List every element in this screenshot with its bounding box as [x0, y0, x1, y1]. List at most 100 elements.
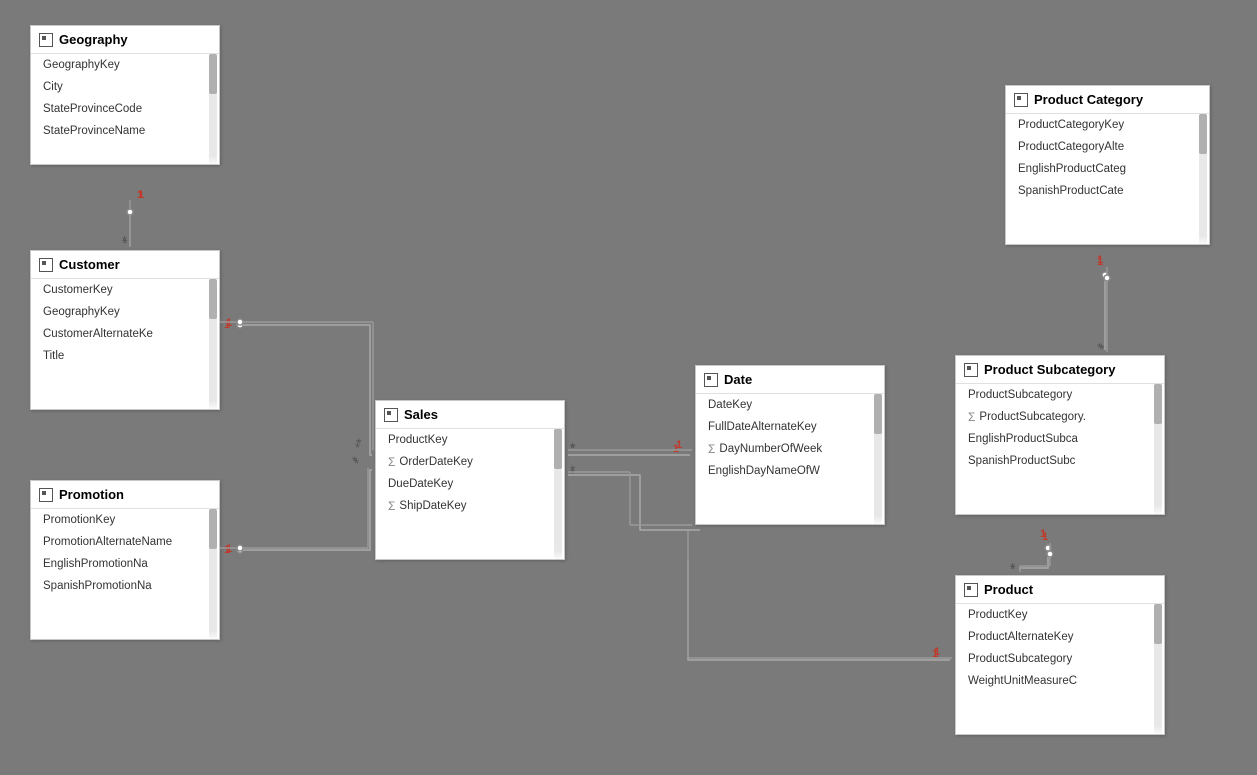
table-geography: Geography GeographyKey City StateProvinc…	[30, 25, 220, 165]
product-category-header: Product Category	[1006, 86, 1209, 114]
table-icon-customer	[39, 258, 53, 272]
list-item: FullDateAlternateKey	[696, 416, 884, 438]
sigma-icon: Σ	[708, 440, 715, 458]
svg-text:1: 1	[934, 646, 940, 658]
promotion-body: PromotionKey PromotionAlternateName Engl…	[31, 509, 219, 639]
geography-title: Geography	[59, 32, 128, 47]
list-item: ProductCategoryAlte	[1006, 136, 1209, 158]
dot-cust-sales	[237, 319, 243, 325]
date-title: Date	[724, 372, 752, 387]
product-subcategory-title: Product Subcategory	[984, 362, 1115, 377]
svg-text:*: *	[1010, 560, 1015, 575]
line-cust-sales	[243, 325, 372, 455]
endpoint-prom-sales	[237, 547, 243, 553]
diagram-canvas: 1 * 1 * 1 * * 1 * 1 * 1 * 1	[0, 0, 1257, 775]
list-item: StateProvinceCode	[31, 98, 219, 120]
line-psub-prod	[1020, 551, 1048, 570]
list-item: DateKey	[696, 394, 884, 416]
list-item: EnglishProductCateg	[1006, 158, 1209, 180]
sigma-icon: Σ	[388, 497, 395, 515]
list-item: PromotionKey	[31, 509, 219, 531]
svg-text:1: 1	[224, 319, 230, 331]
svg-text:*: *	[352, 453, 358, 469]
list-item: EnglishProductSubca	[956, 428, 1164, 450]
customer-title: Customer	[59, 257, 120, 272]
sigma-icon: Σ	[388, 453, 395, 471]
line-sales-date2	[568, 475, 700, 530]
product-title: Product	[984, 582, 1033, 597]
product-subcategory-header: Product Subcategory	[956, 356, 1164, 384]
svg-text:1: 1	[226, 543, 232, 555]
table-icon-promotion	[39, 488, 53, 502]
sales-header: Sales	[376, 401, 564, 429]
table-product-subcategory: Product Subcategory ProductSubcategory Σ…	[955, 355, 1165, 515]
table-icon-date	[704, 373, 718, 387]
promotion-title: Promotion	[59, 487, 124, 502]
sales-title: Sales	[404, 407, 438, 422]
svg-text:*: *	[570, 462, 576, 478]
svg-text:1: 1	[1042, 531, 1048, 543]
list-item: ProductAlternateKey	[956, 626, 1164, 648]
endpoint-pcat-psub-top	[1102, 272, 1108, 278]
table-date: Date DateKey FullDateAlternateKey Σ DayN…	[695, 365, 885, 525]
list-item: Title	[31, 345, 219, 367]
table-icon-product	[964, 583, 978, 597]
line-date-prod	[688, 560, 950, 660]
list-item: City	[31, 76, 219, 98]
sales-body: ProductKey Σ OrderDateKey DueDateKey Σ S…	[376, 429, 564, 559]
list-item: GeographyKey	[31, 54, 219, 76]
list-item: SpanishProductCate	[1006, 180, 1209, 202]
svg-text:1: 1	[1040, 528, 1046, 540]
list-item: ProductSubcategory	[956, 648, 1164, 670]
svg-text:*: *	[570, 466, 575, 481]
svg-text:1: 1	[226, 317, 232, 329]
list-item: SpanishPromotionNa	[31, 575, 219, 597]
svg-text:*: *	[1097, 340, 1102, 355]
dot-psub-prod	[1047, 551, 1053, 557]
geography-body: GeographyKey City StateProvinceCode Stat…	[31, 54, 219, 164]
table-product-category: Product Category ProductCategoryKey Prod…	[1005, 85, 1210, 245]
list-item: Σ ProductSubcategory.	[956, 406, 1164, 428]
table-promotion: Promotion PromotionKey PromotionAlternat…	[30, 480, 220, 640]
list-item: ProductKey	[956, 604, 1164, 626]
list-item: Σ ShipDateKey	[376, 495, 564, 517]
svg-text:*: *	[355, 440, 360, 455]
date-body: DateKey FullDateAlternateKey Σ DayNumber…	[696, 394, 884, 524]
geography-header: Geography	[31, 26, 219, 54]
table-icon-product-category	[1014, 93, 1028, 107]
list-item: CustomerKey	[31, 279, 219, 301]
product-header: Product	[956, 576, 1164, 604]
svg-text:*: *	[122, 233, 127, 248]
dot-pcat-psub	[1104, 275, 1110, 281]
list-item: ProductKey	[376, 429, 564, 451]
svg-text:1: 1	[137, 189, 143, 201]
svg-text:1: 1	[224, 544, 230, 556]
list-item: WeightUnitMeasureC	[956, 670, 1164, 692]
list-item: StateProvinceName	[31, 120, 219, 142]
table-icon-product-subcategory	[964, 363, 978, 377]
product-category-body: ProductCategoryKey ProductCategoryAlte E…	[1006, 114, 1209, 244]
dot-prom-sales	[237, 545, 243, 551]
line-prom-sales	[243, 470, 372, 550]
product-subcategory-body: ProductSubcategory Σ ProductSubcategory.…	[956, 384, 1164, 514]
date-header: Date	[696, 366, 884, 394]
svg-text:1: 1	[1097, 256, 1103, 268]
sigma-icon: Σ	[968, 408, 975, 426]
list-item: EnglishPromotionNa	[31, 553, 219, 575]
list-item: DueDateKey	[376, 473, 564, 495]
svg-text:1: 1	[138, 189, 144, 201]
svg-text:*: *	[354, 456, 359, 471]
product-body: ProductKey ProductAlternateKey ProductSu…	[956, 604, 1164, 734]
dot-geo-cust	[127, 209, 133, 215]
endpoint-cust-sales	[237, 322, 243, 328]
svg-text:1: 1	[1097, 254, 1103, 266]
svg-text:1: 1	[932, 648, 938, 660]
list-item: PromotionAlternateName	[31, 531, 219, 553]
list-item: EnglishDayNameOfW	[696, 460, 884, 482]
svg-text:*: *	[122, 235, 128, 251]
promotion-header: Promotion	[31, 481, 219, 509]
list-item: CustomerAlternateKe	[31, 323, 219, 345]
customer-header: Customer	[31, 251, 219, 279]
list-item: Σ DayNumberOfWeek	[696, 438, 884, 460]
table-customer: Customer CustomerKey GeographyKey Custom…	[30, 250, 220, 410]
